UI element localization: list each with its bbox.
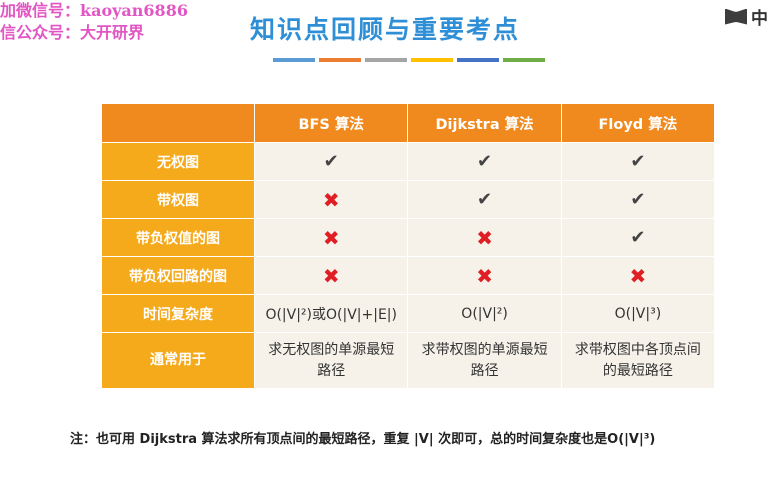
- cross-icon: ✖: [322, 187, 340, 212]
- complexity-bfs: O(|V|²)或O(|V|+|E|): [253, 294, 409, 333]
- header-floyd: Floyd 算法: [560, 103, 716, 143]
- check-icon: ✔: [630, 227, 646, 248]
- color-segment-4: [411, 58, 453, 62]
- check-icon: ✔: [630, 151, 646, 172]
- cross-icon: ✖: [322, 263, 340, 288]
- algorithm-comparison-table: BFS 算法 Dijkstra 算法 Floyd 算法 无权图 ✔ ✔ ✔ 带权…: [101, 103, 716, 389]
- color-segment-2: [319, 58, 361, 62]
- usage-dijkstra: 求带权图的单源最短路径: [407, 332, 562, 389]
- usage-floyd: 求带权图中各顶点间的最短路径: [560, 332, 716, 389]
- cross-icon: ✖: [629, 263, 647, 288]
- cross-icon: ✖: [322, 225, 340, 250]
- color-segment-6: [503, 58, 545, 62]
- row-label-negative-cycle: 带负权回路的图: [101, 256, 255, 295]
- table-row: 带负权值的图 ✖ ✖ ✔: [101, 218, 716, 257]
- table-row: 通常用于 求无权图的单源最短路径 求带权图的单源最短路径 求带权图中各顶点间的最…: [101, 332, 716, 389]
- row-label-weighted: 带权图: [101, 180, 255, 219]
- language-label: 中: [751, 9, 768, 29]
- table-row: 带权图 ✖ ✔ ✔: [101, 180, 716, 219]
- table-row: 带负权回路的图 ✖ ✖ ✖: [101, 256, 716, 295]
- complexity-floyd: O(|V|³): [560, 294, 716, 333]
- complexity-dijkstra: O(|V|²): [407, 294, 562, 333]
- usage-floyd-text: 求带权图中各顶点间的最短路径: [574, 341, 701, 379]
- color-segment-1: [273, 58, 315, 62]
- row-label-time-complexity: 时间复杂度: [101, 294, 255, 333]
- table-row: 无权图 ✔ ✔ ✔: [101, 142, 716, 181]
- table-header-row: BFS 算法 Dijkstra 算法 Floyd 算法: [101, 103, 716, 143]
- title-color-bar: [273, 58, 545, 62]
- usage-bfs: 求无权图的单源最短路径: [253, 332, 409, 389]
- cross-icon: ✖: [476, 225, 493, 250]
- footnote: 注：也可用 Dijkstra 算法求所有顶点间的最短路径，重复 |V| 次即可，…: [70, 432, 656, 447]
- check-icon: ✔: [477, 151, 493, 172]
- row-label-usage: 通常用于: [101, 332, 255, 389]
- row-label-unweighted: 无权图: [101, 142, 255, 181]
- header-bfs: BFS 算法: [253, 103, 409, 143]
- cross-icon: ✖: [476, 263, 493, 288]
- header-dijkstra: Dijkstra 算法: [407, 103, 562, 143]
- slide-title: 知识点回顾与重要考点: [249, 15, 520, 44]
- check-icon: ✔: [477, 189, 493, 210]
- row-label-negative-weight: 带负权值的图: [101, 218, 255, 257]
- color-segment-3: [365, 58, 407, 62]
- usage-dijkstra-text: 求带权图的单源最短路径: [421, 341, 548, 379]
- check-icon: ✔: [630, 189, 646, 210]
- header-corner: [101, 103, 255, 143]
- book-icon: [725, 8, 747, 25]
- table-row: 时间复杂度 O(|V|²)或O(|V|+|E|) O(|V|²) O(|V|³): [101, 294, 716, 333]
- language-toggle[interactable]: 中: [725, 4, 768, 29]
- color-segment-5: [457, 58, 499, 62]
- check-icon: ✔: [323, 151, 339, 172]
- usage-bfs-text: 求无权图的单源最短路径: [268, 341, 395, 379]
